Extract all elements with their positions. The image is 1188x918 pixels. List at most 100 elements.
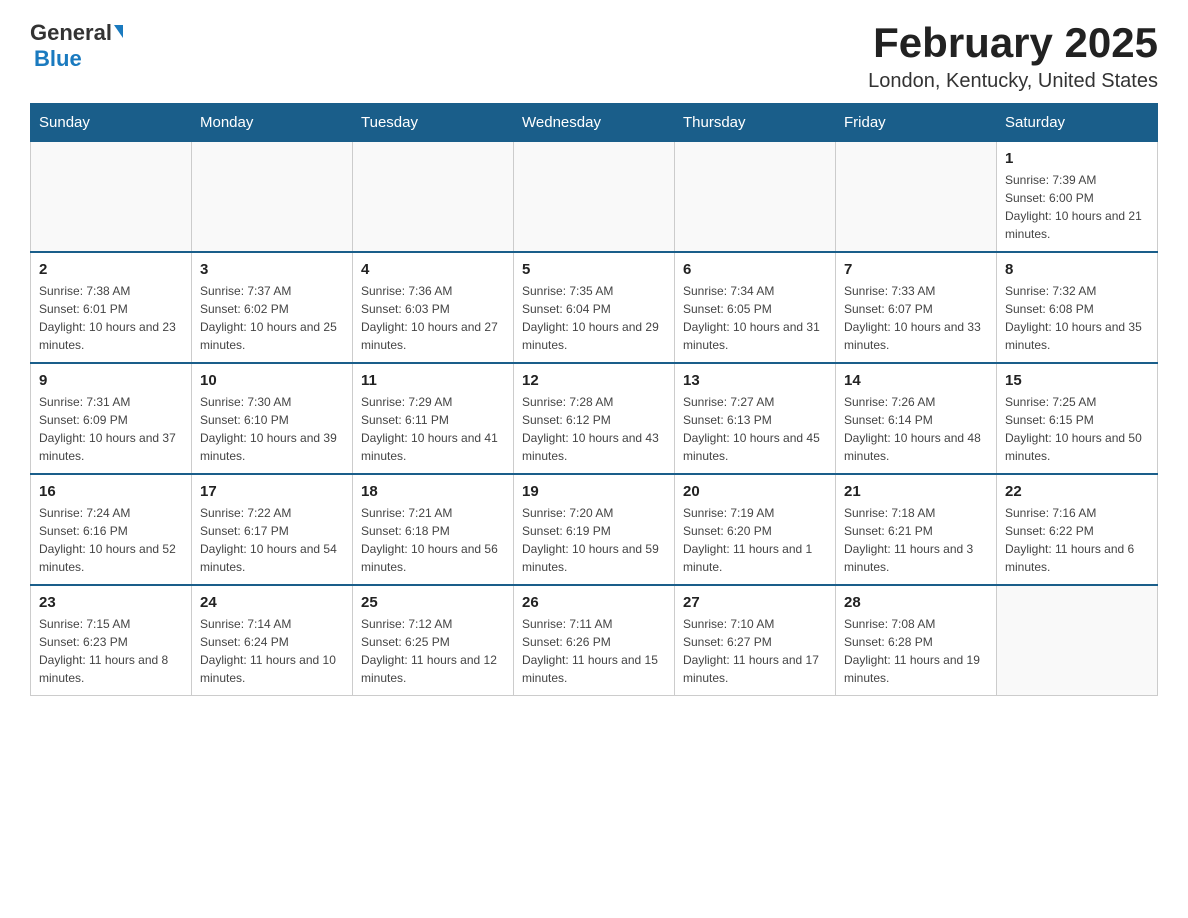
- day-number: 8: [1005, 261, 1149, 278]
- calendar-cell: 26 Sunrise: 7:11 AMSunset: 6:26 PMDayligh…: [514, 585, 675, 696]
- day-info: Sunrise: 7:20 AMSunset: 6:19 PMDaylight:…: [522, 504, 666, 576]
- day-number: 28: [844, 594, 988, 611]
- calendar-cell: 16 Sunrise: 7:24 AMSunset: 6:16 PMDayligh…: [31, 474, 192, 585]
- calendar-week-4: 16 Sunrise: 7:24 AMSunset: 6:16 PMDayligh…: [31, 474, 1158, 585]
- day-number: 6: [683, 261, 827, 278]
- calendar-cell: 8 Sunrise: 7:32 AMSunset: 6:08 PMDaylight…: [997, 252, 1158, 363]
- day-number: 24: [200, 594, 344, 611]
- title-section: February 2025 London, Kentucky, United S…: [868, 20, 1158, 93]
- day-info: Sunrise: 7:18 AMSunset: 6:21 PMDaylight:…: [844, 504, 988, 576]
- day-number: 7: [844, 261, 988, 278]
- calendar-cell: 12Sunrise: 7:28 AMSunset: 6:12 PMDayligh…: [514, 363, 675, 474]
- day-info: Sunrise: 7:31 AMSunset: 6:09 PMDaylight:…: [39, 393, 183, 465]
- calendar-cell: 23 Sunrise: 7:15 AMSunset: 6:23 PMDayligh…: [31, 585, 192, 696]
- day-info: Sunrise: 7:25 AMSunset: 6:15 PMDaylight:…: [1005, 393, 1149, 465]
- calendar-header-thursday: Thursday: [675, 104, 836, 142]
- day-number: 18: [361, 483, 505, 500]
- day-info: Sunrise: 7:11 AMSunset: 6:26 PMDaylight:…: [522, 615, 666, 687]
- calendar-cell: [192, 142, 353, 253]
- calendar-header-saturday: Saturday: [997, 104, 1158, 142]
- calendar-cell: 21 Sunrise: 7:18 AMSunset: 6:21 PMDayligh…: [836, 474, 997, 585]
- calendar-header-wednesday: Wednesday: [514, 104, 675, 142]
- calendar-table: SundayMondayTuesdayWednesdayThursdayFrid…: [30, 103, 1158, 696]
- calendar-cell: 14 Sunrise: 7:26 AMSunset: 6:14 PMDayligh…: [836, 363, 997, 474]
- day-number: 1: [1005, 150, 1149, 167]
- day-info: Sunrise: 7:21 AMSunset: 6:18 PMDaylight:…: [361, 504, 505, 576]
- logo-general: General: [30, 20, 112, 46]
- calendar-cell: 18 Sunrise: 7:21 AMSunset: 6:18 PMDayligh…: [353, 474, 514, 585]
- calendar-cell: 20Sunrise: 7:19 AMSunset: 6:20 PMDayligh…: [675, 474, 836, 585]
- calendar-header-sunday: Sunday: [31, 104, 192, 142]
- calendar-header-friday: Friday: [836, 104, 997, 142]
- calendar-week-3: 9 Sunrise: 7:31 AMSunset: 6:09 PMDaylight…: [31, 363, 1158, 474]
- day-info: Sunrise: 7:22 AMSunset: 6:17 PMDaylight:…: [200, 504, 344, 576]
- month-title: February 2025: [868, 20, 1158, 66]
- day-number: 16: [39, 483, 183, 500]
- day-info: Sunrise: 7:39 AMSunset: 6:00 PMDaylight:…: [1005, 171, 1149, 243]
- day-number: 12: [522, 372, 666, 389]
- day-number: 19: [522, 483, 666, 500]
- day-info: Sunrise: 7:24 AMSunset: 6:16 PMDaylight:…: [39, 504, 183, 576]
- calendar-cell: 22 Sunrise: 7:16 AMSunset: 6:22 PMDayligh…: [997, 474, 1158, 585]
- day-number: 21: [844, 483, 988, 500]
- calendar-cell: 7 Sunrise: 7:33 AMSunset: 6:07 PMDaylight…: [836, 252, 997, 363]
- calendar-cell: 25 Sunrise: 7:12 AMSunset: 6:25 PMDayligh…: [353, 585, 514, 696]
- day-info: Sunrise: 7:19 AMSunset: 6:20 PMDaylight:…: [683, 504, 827, 576]
- calendar-cell: 11 Sunrise: 7:29 AMSunset: 6:11 PMDayligh…: [353, 363, 514, 474]
- day-info: Sunrise: 7:33 AMSunset: 6:07 PMDaylight:…: [844, 282, 988, 354]
- day-number: 17: [200, 483, 344, 500]
- calendar-cell: [675, 142, 836, 253]
- calendar-cell: 13Sunrise: 7:27 AMSunset: 6:13 PMDayligh…: [675, 363, 836, 474]
- day-info: Sunrise: 7:38 AMSunset: 6:01 PMDaylight:…: [39, 282, 183, 354]
- day-info: Sunrise: 7:37 AMSunset: 6:02 PMDaylight:…: [200, 282, 344, 354]
- calendar-cell: 24 Sunrise: 7:14 AMSunset: 6:24 PMDayligh…: [192, 585, 353, 696]
- day-info: Sunrise: 7:29 AMSunset: 6:11 PMDaylight:…: [361, 393, 505, 465]
- day-number: 2: [39, 261, 183, 278]
- day-info: Sunrise: 7:12 AMSunset: 6:25 PMDaylight:…: [361, 615, 505, 687]
- day-number: 14: [844, 372, 988, 389]
- calendar-cell: [514, 142, 675, 253]
- day-number: 23: [39, 594, 183, 611]
- day-info: Sunrise: 7:08 AMSunset: 6:28 PMDaylight:…: [844, 615, 988, 687]
- calendar-cell: 10Sunrise: 7:30 AMSunset: 6:10 PMDayligh…: [192, 363, 353, 474]
- day-number: 5: [522, 261, 666, 278]
- calendar-cell: 9 Sunrise: 7:31 AMSunset: 6:09 PMDaylight…: [31, 363, 192, 474]
- calendar-header-tuesday: Tuesday: [353, 104, 514, 142]
- calendar-cell: [353, 142, 514, 253]
- day-info: Sunrise: 7:30 AMSunset: 6:10 PMDaylight:…: [200, 393, 344, 465]
- day-info: Sunrise: 7:14 AMSunset: 6:24 PMDaylight:…: [200, 615, 344, 687]
- day-info: Sunrise: 7:35 AMSunset: 6:04 PMDaylight:…: [522, 282, 666, 354]
- day-number: 25: [361, 594, 505, 611]
- calendar-cell: 19 Sunrise: 7:20 AMSunset: 6:19 PMDayligh…: [514, 474, 675, 585]
- day-info: Sunrise: 7:34 AMSunset: 6:05 PMDaylight:…: [683, 282, 827, 354]
- day-number: 26: [522, 594, 666, 611]
- calendar-week-2: 2 Sunrise: 7:38 AMSunset: 6:01 PMDaylight…: [31, 252, 1158, 363]
- day-info: Sunrise: 7:36 AMSunset: 6:03 PMDaylight:…: [361, 282, 505, 354]
- logo-blue: Blue: [34, 46, 82, 71]
- day-number: 11: [361, 372, 505, 389]
- day-info: Sunrise: 7:10 AMSunset: 6:27 PMDaylight:…: [683, 615, 827, 687]
- day-info: Sunrise: 7:26 AMSunset: 6:14 PMDaylight:…: [844, 393, 988, 465]
- day-info: Sunrise: 7:32 AMSunset: 6:08 PMDaylight:…: [1005, 282, 1149, 354]
- calendar-cell: 17 Sunrise: 7:22 AMSunset: 6:17 PMDayligh…: [192, 474, 353, 585]
- calendar-header-row: SundayMondayTuesdayWednesdayThursdayFrid…: [31, 104, 1158, 142]
- calendar-header-monday: Monday: [192, 104, 353, 142]
- calendar-cell: 15 Sunrise: 7:25 AMSunset: 6:15 PMDayligh…: [997, 363, 1158, 474]
- logo: General Blue: [30, 20, 123, 72]
- calendar-cell: 5 Sunrise: 7:35 AMSunset: 6:04 PMDaylight…: [514, 252, 675, 363]
- calendar-cell: 27 Sunrise: 7:10 AMSunset: 6:27 PMDayligh…: [675, 585, 836, 696]
- page-header: General Blue February 2025 London, Kentu…: [30, 20, 1158, 93]
- calendar-cell: 28 Sunrise: 7:08 AMSunset: 6:28 PMDayligh…: [836, 585, 997, 696]
- day-number: 15: [1005, 372, 1149, 389]
- day-number: 27: [683, 594, 827, 611]
- logo-triangle-icon: [114, 25, 123, 38]
- day-number: 4: [361, 261, 505, 278]
- calendar-cell: 3Sunrise: 7:37 AMSunset: 6:02 PMDaylight…: [192, 252, 353, 363]
- day-number: 22: [1005, 483, 1149, 500]
- day-info: Sunrise: 7:15 AMSunset: 6:23 PMDaylight:…: [39, 615, 183, 687]
- calendar-cell: 1 Sunrise: 7:39 AMSunset: 6:00 PMDaylight…: [997, 142, 1158, 253]
- day-info: Sunrise: 7:16 AMSunset: 6:22 PMDaylight:…: [1005, 504, 1149, 576]
- day-number: 13: [683, 372, 827, 389]
- location-subtitle: London, Kentucky, United States: [868, 70, 1158, 93]
- day-number: 9: [39, 372, 183, 389]
